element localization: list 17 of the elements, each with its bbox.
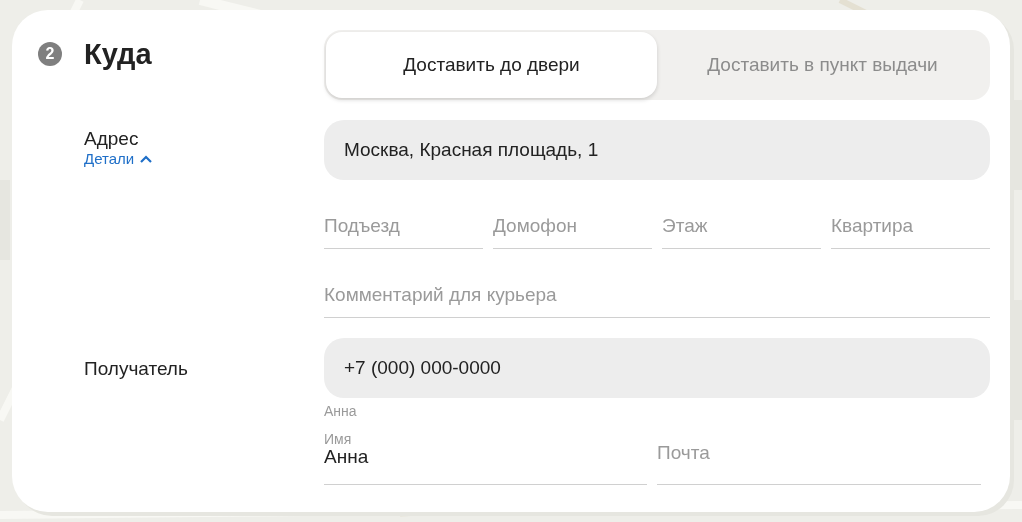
details-link[interactable]: Детали: [84, 150, 153, 167]
address-detail-field[interactable]: Этаж: [662, 195, 821, 249]
address-detail-field[interactable]: Подъезд: [324, 195, 483, 249]
field-label: Имя: [324, 432, 353, 446]
comment-field[interactable]: Комментарий для курьера: [324, 264, 990, 318]
phone-field[interactable]: +7 (000) 000-0000: [324, 338, 990, 398]
step-number: 2: [38, 42, 62, 66]
address-field[interactable]: Москва, Красная площадь, 1: [324, 120, 990, 180]
field-hint: Анна: [324, 403, 357, 419]
section-title: Куда: [84, 37, 152, 71]
name-field[interactable]: Анна: [324, 446, 647, 468]
delivery-tab[interactable]: Доставить до двери: [326, 32, 657, 98]
address-detail-field[interactable]: Домофон: [493, 195, 652, 249]
field-label: Адрес: [84, 128, 139, 150]
field-label: Получатель: [84, 358, 188, 380]
address-detail-field[interactable]: Квартира: [831, 195, 990, 249]
email-field[interactable]: Почта: [657, 442, 981, 464]
